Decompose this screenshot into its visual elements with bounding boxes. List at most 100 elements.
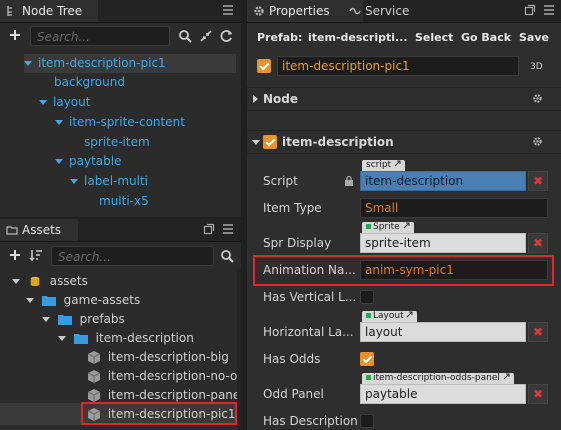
- asset-item-label: item-description-pic1: [107, 407, 236, 421]
- component-enabled-checkbox[interactable]: [263, 135, 277, 149]
- asset-item-game-assets[interactable]: game-assets: [26, 291, 140, 310]
- expand-arrow-icon[interactable]: [24, 61, 32, 66]
- assets-add-button[interactable]: [8, 248, 22, 262]
- tree-item-layout[interactable]: layout: [39, 93, 90, 112]
- tab-properties-label: Properties: [269, 4, 330, 18]
- spr-display-field[interactable]: sprite-item: [360, 233, 526, 253]
- expand-arrow-icon[interactable]: [55, 120, 63, 125]
- assets-search-input[interactable]: [56, 247, 213, 267]
- sprite-tag-label: Sprite: [373, 222, 400, 232]
- search-icon[interactable]: [220, 249, 234, 263]
- assets-search-box[interactable]: [51, 246, 214, 267]
- node-tree-menu-icon[interactable]: [222, 4, 234, 16]
- tab-assets[interactable]: Assets: [0, 219, 78, 241]
- assets-folder-icon: [6, 226, 18, 235]
- assets-scrollbar[interactable]: [237, 269, 241, 430]
- tree-item-root[interactable]: item-description-pic1: [24, 54, 236, 73]
- select-button[interactable]: Select: [415, 31, 453, 44]
- asset-item-item-description-folder[interactable]: item-description: [58, 329, 194, 348]
- external-link-icon: [407, 311, 413, 318]
- expand-arrow-icon[interactable]: [26, 298, 34, 303]
- animation-name-label: Animation Na...: [263, 263, 356, 277]
- has-description-checkbox[interactable]: [360, 414, 374, 428]
- tree-item-label: sprite-item: [84, 135, 150, 149]
- tree-item-label: item-description-pic1: [38, 56, 166, 70]
- prefab-cube-icon: [88, 370, 100, 383]
- tree-item-item-sprite-content[interactable]: item-sprite-content: [55, 113, 185, 132]
- go-back-button[interactable]: Go Back: [461, 31, 511, 44]
- expand-arrow-icon: [252, 140, 260, 145]
- maximize-icon[interactable]: [203, 223, 215, 235]
- odd-panel-clear-button[interactable]: ✖: [528, 384, 548, 404]
- node-tree-search-box[interactable]: [30, 26, 170, 47]
- layout-tag-label: Layout: [373, 311, 404, 321]
- node-tree-search-input[interactable]: [35, 27, 169, 47]
- script-type-tag: script: [362, 160, 405, 171]
- node-tree-add-button[interactable]: [8, 28, 22, 42]
- save-button[interactable]: Save: [519, 31, 549, 44]
- folder-icon: [41, 296, 56, 306]
- folder-icon: [73, 334, 88, 344]
- has-vertical-checkbox[interactable]: [360, 290, 374, 304]
- spr-display-label: Spr Display: [263, 236, 332, 250]
- refresh-icon[interactable]: [220, 29, 234, 43]
- clear-icon: ✖: [532, 325, 544, 339]
- prefab-cube-icon: [88, 351, 100, 364]
- horizontal-field[interactable]: layout: [360, 322, 526, 342]
- node-name-field[interactable]: item-description-pic1: [277, 56, 519, 76]
- gear-icon[interactable]: [532, 93, 543, 104]
- type-dot-icon: [366, 375, 371, 380]
- tab-service-label: Service: [365, 4, 410, 18]
- tree-item-sprite-item[interactable]: sprite-item: [84, 133, 150, 152]
- collapse-icon[interactable]: [199, 29, 213, 43]
- spr-display-clear-button[interactable]: ✖: [528, 233, 548, 253]
- item-type-field[interactable]: Small: [360, 198, 548, 218]
- tree-item-paytable[interactable]: paytable: [55, 152, 121, 171]
- node-active-checkbox[interactable]: [257, 59, 271, 73]
- expand-arrow-icon[interactable]: [58, 336, 66, 341]
- script-field[interactable]: item-description: [360, 171, 526, 191]
- horizontal-clear-button[interactable]: ✖: [528, 322, 548, 342]
- odd-panel-type-tag: item-description-odds-panel: [362, 373, 514, 384]
- component-section-header[interactable]: item-description: [247, 130, 561, 154]
- expand-arrow-icon[interactable]: [55, 159, 63, 164]
- tab-node-tree[interactable]: Node Tree: [0, 0, 98, 22]
- asset-item-label: item-description-no-odd: [107, 369, 241, 383]
- asset-item-prefab[interactable]: item-description-big: [88, 348, 229, 367]
- expand-arrow-icon[interactable]: [39, 100, 47, 105]
- expand-arrow-icon[interactable]: [42, 317, 50, 322]
- tree-item-multi-x5[interactable]: multi-x5: [99, 192, 149, 211]
- asset-item-prefabs[interactable]: prefabs: [42, 310, 125, 329]
- asset-item-prefab[interactable]: item-description-no-odd: [88, 367, 241, 386]
- search-icon[interactable]: [178, 29, 192, 43]
- plus-icon: [10, 250, 20, 260]
- tree-item-background[interactable]: background: [54, 73, 125, 92]
- asset-item-label: prefabs: [79, 312, 125, 326]
- odd-panel-field[interactable]: paytable: [360, 384, 526, 404]
- animation-name-field[interactable]: anim-sym-pic1: [360, 260, 548, 280]
- expand-arrow-icon[interactable]: [70, 179, 78, 184]
- prefab-label: Prefab:: [257, 31, 303, 44]
- tree-item-label-multi[interactable]: label-multi: [70, 172, 148, 191]
- asset-item-assets[interactable]: assets: [12, 272, 88, 291]
- tab-service[interactable]: Service: [343, 0, 437, 22]
- asset-item-prefab[interactable]: item-description-pic1: [88, 405, 236, 424]
- folder-icon: [57, 315, 72, 325]
- gear-icon[interactable]: [532, 136, 543, 147]
- inspector-panel: Properties Service Prefab: item-descript…: [247, 0, 561, 430]
- tree-item-label: label-multi: [84, 174, 149, 188]
- node-section-header[interactable]: Node: [247, 87, 561, 111]
- type-dot-icon: [366, 313, 371, 318]
- expand-arrow-icon[interactable]: [12, 279, 20, 284]
- has-odds-checkbox[interactable]: [360, 352, 374, 366]
- tree-item-label: paytable: [69, 154, 122, 168]
- external-link-icon: [403, 222, 410, 229]
- inspector-menu-icon[interactable]: [543, 4, 555, 16]
- 3d-toggle[interactable]: 3D: [530, 62, 543, 72]
- script-clear-button[interactable]: ✖: [528, 171, 548, 191]
- inspector-maximize-icon[interactable]: [524, 4, 536, 16]
- sort-icon[interactable]: [29, 248, 43, 262]
- has-description-label: Has Description: [263, 414, 358, 428]
- node-tree-tabbar: Node Tree: [0, 0, 241, 23]
- assets-menu-icon[interactable]: [222, 223, 234, 235]
